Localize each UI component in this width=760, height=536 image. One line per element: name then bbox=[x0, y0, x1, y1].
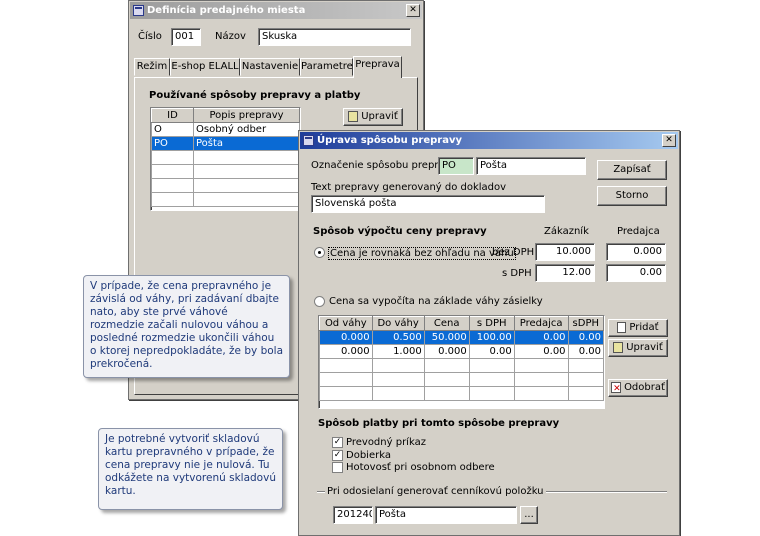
vypocet-title: Spôsob výpočtu ceny prepravy bbox=[313, 226, 487, 237]
browse-button[interactable]: ... bbox=[520, 506, 538, 524]
prevodny-prikaz-label: Prevodný príkaz bbox=[346, 437, 426, 448]
table-row[interactable]: O Osobný odber bbox=[151, 122, 300, 137]
odobrat-button[interactable]: Odobrať bbox=[608, 379, 668, 397]
edit-button[interactable]: Upraviť bbox=[343, 108, 403, 126]
radio-fixed-price-label: Cena je rovnaká bez ohľadu na váhu bbox=[328, 247, 516, 260]
table-row[interactable]: 0.000 1.000 0.000 0.00 0.00 0.00 bbox=[319, 344, 604, 359]
col-cena: Cena bbox=[423, 316, 470, 331]
back-window-title: Definícia predajného miesta bbox=[147, 5, 306, 16]
bez-dph-label: bez DPH bbox=[492, 247, 535, 258]
radio-weight-price-label: Cena sa vypočíta na základe váhy zásielk… bbox=[329, 296, 543, 307]
dobierka-label: Dobierka bbox=[346, 450, 391, 461]
table-row[interactable]: 0.000 0.500 50.000 100.00 0.00 0.00 bbox=[319, 330, 604, 345]
weight-table: Od váhy Do váhy Cena s DPH Predajca sDPH… bbox=[318, 315, 605, 409]
col-id: ID bbox=[151, 108, 194, 123]
pridat-button[interactable]: Pridať bbox=[608, 319, 668, 337]
delete-icon bbox=[611, 381, 622, 397]
cennik-label: Pri odosielaní generovať cenníkovú polož… bbox=[325, 486, 546, 497]
tab-nastavenie[interactable]: Nastavenie bbox=[240, 58, 300, 76]
table-row bbox=[151, 192, 300, 207]
table-row bbox=[151, 164, 300, 179]
window-icon bbox=[303, 135, 314, 146]
oznacenie-code-input[interactable]: PO bbox=[438, 157, 474, 175]
nazov-input[interactable]: Skuska bbox=[258, 28, 411, 46]
tab-parametre[interactable]: Parametre bbox=[300, 58, 353, 76]
zakaznik-bez-dph-input[interactable]: 10.000 bbox=[535, 243, 595, 261]
card-note-callout: Je potrebné vytvoriť skladovú kartu prep… bbox=[98, 428, 283, 510]
add-doc-icon bbox=[617, 321, 627, 333]
predajca-bez-dph-input[interactable]: 0.000 bbox=[606, 243, 666, 261]
close-icon[interactable]: ✕ bbox=[406, 4, 420, 17]
front-window-title: Úprava spôsobu prepravy bbox=[317, 135, 463, 146]
cennik-code-input[interactable]: 201240 bbox=[333, 506, 373, 524]
table-row bbox=[151, 178, 300, 193]
platba-title: Spôsob platby pri tomto spôsobe prepravy bbox=[318, 418, 560, 429]
table-row bbox=[319, 372, 604, 387]
front-window: Úprava spôsobu prepravy ✕ Označenie spôs… bbox=[298, 130, 680, 536]
checkbox-hotovost[interactable] bbox=[332, 462, 343, 473]
table-row bbox=[319, 358, 604, 373]
window-icon bbox=[133, 5, 144, 16]
zakaznik-s-dph-input[interactable]: 12.00 bbox=[535, 264, 595, 282]
text-label: Text prepravy generovaný do dokladov bbox=[311, 182, 507, 193]
upravit-button[interactable]: Upraviť bbox=[608, 339, 668, 357]
edit-icon bbox=[613, 341, 624, 353]
radio-weight-price[interactable] bbox=[314, 296, 325, 307]
col-predajca: Predajca bbox=[617, 226, 660, 237]
cennik-name-input[interactable]: Pošta bbox=[375, 506, 517, 524]
hotovost-label: Hotovosť pri osobnom odbere bbox=[346, 462, 495, 473]
table-row bbox=[151, 150, 300, 165]
checkbox-prevodny-prikaz[interactable]: ✓ bbox=[332, 437, 343, 448]
section-title: Používané spôsoby prepravy a platby bbox=[149, 90, 361, 101]
front-window-titlebar: Úprava spôsobu prepravy ✕ bbox=[300, 132, 678, 149]
tab-eshop[interactable]: E-shop ELALL bbox=[170, 58, 240, 76]
text-input[interactable]: Slovenská pošta bbox=[311, 195, 545, 213]
s-dph-label: s DPH bbox=[502, 268, 532, 279]
col-sdph: sDPH bbox=[567, 316, 604, 331]
col-popis: Popis prepravy bbox=[193, 108, 300, 123]
cislo-label: Číslo bbox=[138, 31, 162, 42]
transport-table: ID Popis prepravy O Osobný odber PO Pošta bbox=[150, 107, 301, 211]
tab-rezim[interactable]: Režim bbox=[134, 58, 170, 76]
nazov-label: Názov bbox=[215, 31, 246, 42]
cislo-input[interactable]: 001 bbox=[171, 28, 201, 46]
col-s-dph: s DPH bbox=[468, 316, 515, 331]
edit-icon bbox=[348, 110, 359, 122]
predajca-s-dph-input[interactable]: 0.00 bbox=[606, 264, 666, 282]
table-row bbox=[319, 386, 604, 401]
tab-preprava[interactable]: Preprava bbox=[353, 56, 402, 78]
oznacenie-name-input[interactable]: Pošta bbox=[476, 157, 586, 175]
close-icon[interactable]: ✕ bbox=[662, 134, 676, 147]
col-predajca: Predajca bbox=[513, 316, 569, 331]
back-window-titlebar: Definícia predajného miesta ✕ bbox=[130, 2, 422, 19]
oznacenie-label: Označenie spôsobu prepravy bbox=[311, 160, 457, 171]
col-od-vahy: Od váhy bbox=[319, 316, 373, 331]
checkbox-dobierka[interactable]: ✓ bbox=[332, 450, 343, 461]
col-do-vahy: Do váhy bbox=[371, 316, 425, 331]
storno-button[interactable]: Storno bbox=[597, 186, 667, 206]
zapisat-button[interactable]: Zapísať bbox=[597, 160, 667, 180]
weight-note-callout: V prípade, že cena prepravného je závisl… bbox=[83, 275, 290, 378]
radio-fixed-price[interactable] bbox=[314, 247, 325, 258]
table-row[interactable]: PO Pošta bbox=[151, 136, 300, 151]
col-zakaznik: Zákazník bbox=[544, 226, 589, 237]
